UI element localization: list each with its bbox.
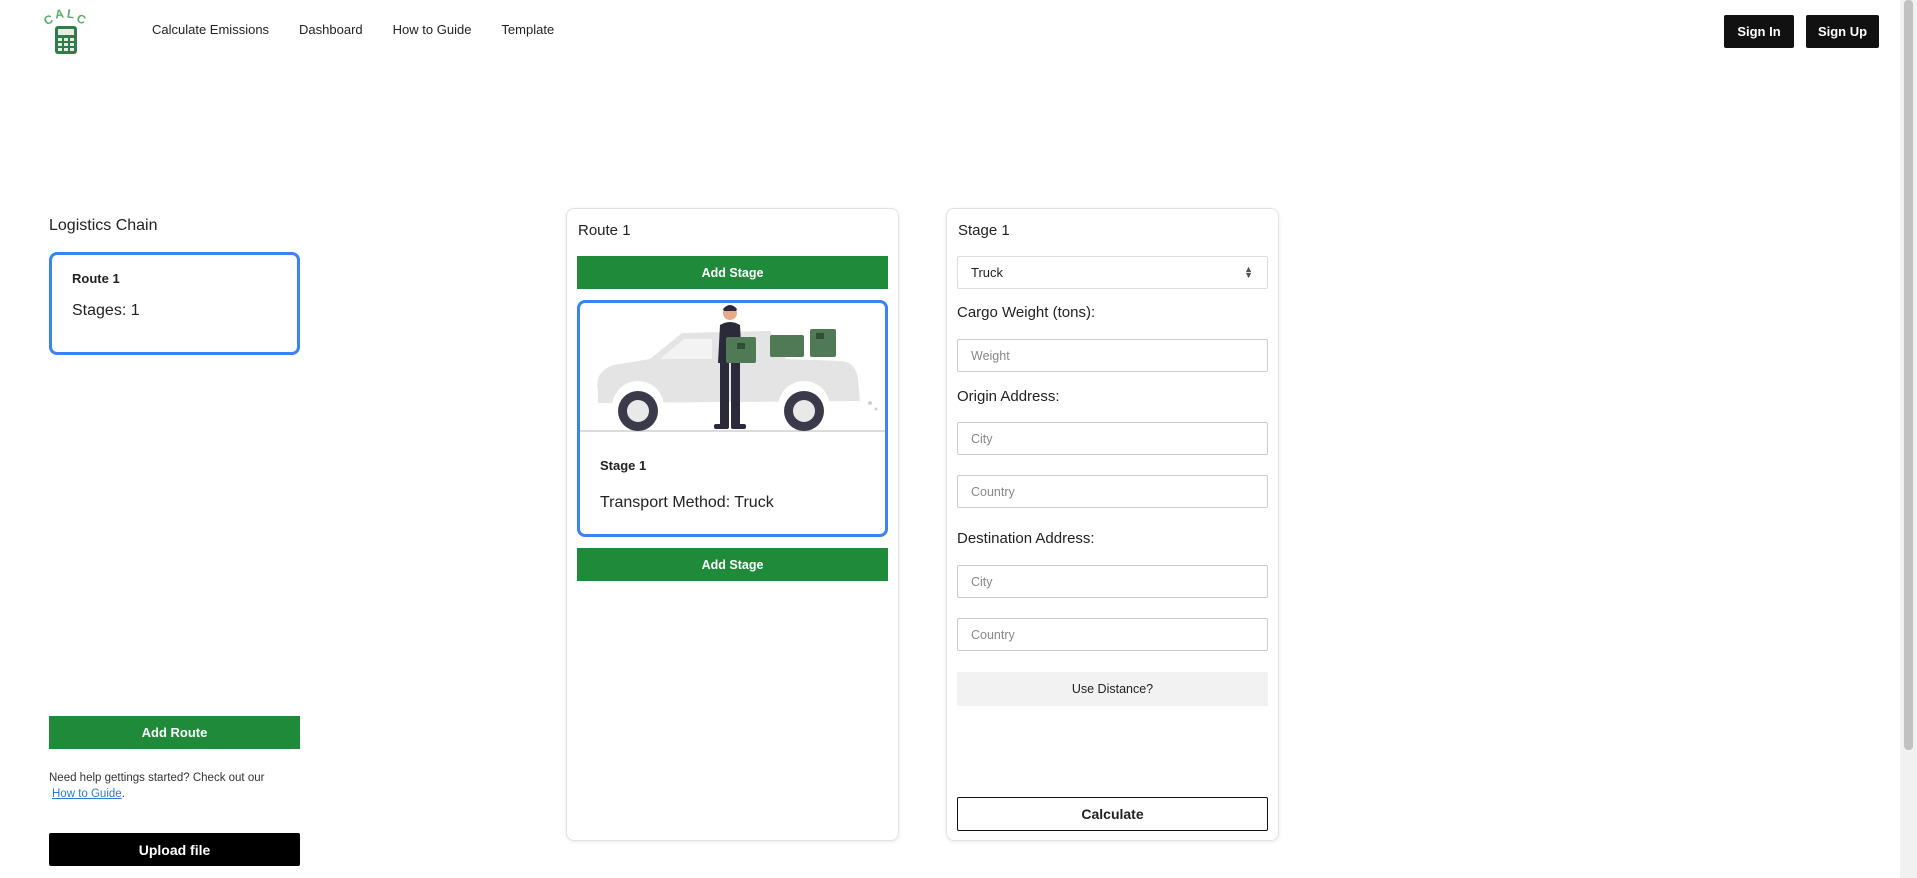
stage-card[interactable]: Stage 1 Transport Method: Truck [577, 300, 888, 537]
route-card[interactable]: Route 1 Stages: 1 [49, 252, 300, 355]
main-nav: Calculate Emissions Dashboard How to Gui… [152, 22, 554, 37]
help-text-suffix: . [121, 788, 125, 800]
destination-country-input[interactable] [957, 618, 1268, 651]
svg-text:L: L [66, 8, 75, 21]
route-panel-title: Route 1 [578, 222, 631, 239]
calc-logo[interactable]: C A L C [42, 6, 94, 56]
use-distance-button[interactable]: Use Distance? [957, 672, 1268, 706]
origin-country-input[interactable] [957, 475, 1268, 508]
scrollbar-thumb[interactable] [1904, 0, 1913, 750]
stage-panel: Stage 1 Truck ▲▼ Cargo Weight (tons): Or… [946, 208, 1279, 841]
route-name: Route 1 [72, 271, 120, 286]
svg-text:A: A [54, 8, 65, 21]
nav-dashboard[interactable]: Dashboard [299, 22, 363, 37]
nav-how-to-guide[interactable]: How to Guide [393, 22, 472, 37]
destination-city-input[interactable] [957, 565, 1268, 598]
add-stage-button-bottom[interactable]: Add Stage [577, 548, 888, 581]
destination-address-label: Destination Address: [957, 530, 1095, 547]
upload-file-button[interactable]: Upload file [49, 833, 300, 866]
help-text-body: Need help gettings started? Check out ou… [49, 772, 265, 784]
help-text: Need help gettings started? Check out ou… [49, 770, 309, 802]
chevron-updown-icon: ▲ ▼ [1244, 264, 1253, 280]
how-to-guide-link[interactable]: How to Guide [52, 788, 122, 800]
logistics-chain-title: Logistics Chain [49, 217, 158, 234]
transport-method-value: Truck [971, 265, 1004, 280]
add-stage-button-top[interactable]: Add Stage [577, 256, 888, 289]
origin-city-input[interactable] [957, 422, 1268, 455]
sign-in-button[interactable]: Sign In [1724, 15, 1794, 48]
stage-name: Stage 1 [600, 458, 647, 473]
transport-method-select[interactable]: Truck ▲ ▼ [957, 256, 1268, 289]
svg-text:C: C [42, 12, 55, 28]
cargo-weight-input[interactable] [957, 339, 1268, 372]
cargo-weight-label: Cargo Weight (tons): [957, 304, 1096, 321]
svg-text:C: C [75, 11, 89, 27]
nav-template[interactable]: Template [501, 22, 554, 37]
stage-transport-method: Transport Method: Truck [600, 494, 774, 511]
route-panel: Route 1 Add Stage Stage 1 Transport Meth… [566, 208, 899, 841]
add-route-button[interactable]: Add Route [49, 716, 300, 749]
truck-delivery-illustration [580, 305, 885, 433]
stage-panel-title: Stage 1 [958, 222, 1010, 239]
page-scrollbar[interactable] [1900, 0, 1917, 878]
origin-address-label: Origin Address: [957, 388, 1060, 405]
route-stage-count: Stages: 1 [72, 302, 140, 319]
sign-up-button[interactable]: Sign Up [1806, 15, 1879, 48]
calculator-icon: C A L C [42, 6, 89, 54]
nav-calculate-emissions[interactable]: Calculate Emissions [152, 22, 269, 37]
calculate-button[interactable]: Calculate [957, 797, 1268, 831]
